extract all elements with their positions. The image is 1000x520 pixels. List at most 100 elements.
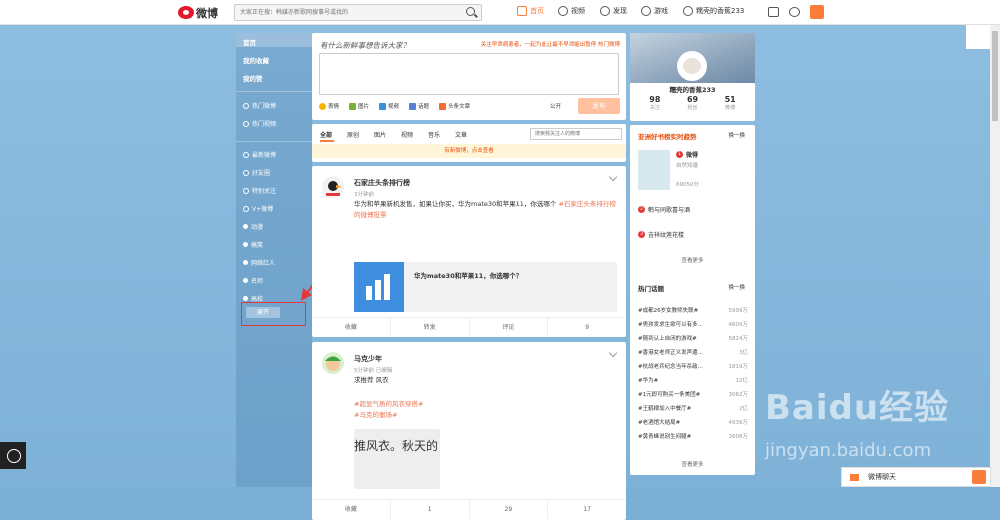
video-tool[interactable]: 视频 [379,102,399,110]
highlight-box [241,302,306,326]
hot-topic-row[interactable]: #男孩发求生欲可以有多... 4609万 [638,320,748,328]
tab-articles[interactable]: 文章 [455,130,467,139]
publish-textarea[interactable] [319,53,619,95]
nav-home[interactable]: 首页 [517,6,544,16]
refresh-link[interactable]: 换一换 [728,131,745,139]
nav-video[interactable]: 视频 [558,6,585,16]
sidebar-item-vplus[interactable]: V+微博 [243,204,273,213]
hot-topic-row[interactable]: #成都26岁女教师失联# 5999万 [638,306,748,314]
nav-game[interactable]: 游戏 [641,6,668,16]
sidebar-item-favorites[interactable]: 我的收藏 [243,55,269,65]
nav-user[interactable]: 糯壳的香蕉233 [683,6,744,16]
feed-post: 石家庄头条排行榜 3分钟前 华为和苹果新机发售，如果让你买，华为mate30和苹… [312,166,626,337]
see-more-link[interactable]: 查看更多 [630,460,755,468]
favorite-button[interactable]: 收藏 [312,500,391,519]
game-icon [641,6,651,16]
scrollbar-thumb[interactable] [992,31,998,121]
profile-name[interactable]: 糯壳的香蕉233 [630,84,755,94]
topic-tool[interactable]: 话题 [409,102,429,110]
post-author[interactable]: 石家庄头条排行榜 [354,178,410,188]
repost-button[interactable]: 1 [391,500,470,519]
left-sidebar: 首页 我的收藏 我的赞 热门微博 热门视频 最新微博 好友圈 特别关注 V+微博… [236,33,312,487]
new-posts-notice[interactable]: 有新微博，点击查看 [312,144,626,158]
tab-images[interactable]: 图片 [374,130,386,139]
divider [236,141,312,142]
like-button[interactable]: 17 [548,500,626,519]
chat-icon[interactable] [972,470,986,484]
stat-posts[interactable]: 51 微博 [711,95,749,111]
sidebar-item-funny[interactable]: 搞笑 [243,240,263,249]
visibility-select[interactable]: 公开 [550,102,561,110]
chevron-down-icon[interactable] [608,348,618,358]
link-card[interactable]: 华为mate30和苹果11，你选哪个？ [354,262,617,312]
rank-item[interactable]: 3 吉祥纹莲花楼 [638,230,684,239]
post-image[interactable]: 推风衣。秋天的 [354,429,440,489]
hot-topic-row[interactable]: #老酒馆大结局# 4939万 [638,418,748,426]
post-tag[interactable]: #马克的衡场# [354,411,397,419]
book-cover[interactable] [638,150,670,190]
like-button[interactable]: 9 [548,318,626,337]
chat-bar[interactable]: 微博聊天 [841,467,991,487]
sidebar-item-anime[interactable]: 动漫 [243,222,263,231]
stat-following[interactable]: 98 关注 [636,95,674,111]
post-time[interactable]: 5分钟前 已编辑 [354,366,392,374]
card-title: 华为mate30和苹果11，你选哪个？ [414,272,523,280]
hot-icon [243,102,249,109]
feed-search-input[interactable] [531,129,609,139]
avatar[interactable] [322,352,344,374]
trend-title[interactable]: 亚洲好书榜实时趋势 [638,131,697,141]
comment-button[interactable]: 29 [470,500,549,519]
comment-button[interactable]: 评论 [470,318,549,337]
logo-text: 微博 [196,6,218,20]
compass-icon [600,6,610,16]
article-tool[interactable]: 头条文章 [439,102,470,110]
sidebar-item-hot-video[interactable]: 热门视频 [243,119,276,128]
post-tag[interactable]: #超显气质的风衣穿搭# [354,400,423,408]
tab-all[interactable]: 全部 [320,130,332,139]
scrollbar[interactable] [990,25,1000,487]
edit-icon[interactable] [810,5,824,19]
sidebar-item-likes[interactable]: 我的赞 [243,73,263,83]
hot-topic-row[interactable]: #王鹤棣加入中餐厅# 2亿 [638,404,748,412]
tab-music[interactable]: 音乐 [428,130,440,139]
sidebar-item-latest[interactable]: 最新微博 [243,150,276,159]
avatar[interactable] [322,176,344,198]
sidebar-item-hot[interactable]: 热门微博 [243,101,276,110]
weibo-eye-icon [178,6,194,19]
sidebar-item-friends[interactable]: 好友圈 [243,168,270,177]
hot-topic-row[interactable]: #华为# 12亿 [638,376,748,384]
hot-topic-row[interactable]: #随到认上自闭的游戏# 5824万 [638,334,748,342]
see-more-link[interactable]: 查看更多 [630,256,755,264]
tab-original[interactable]: 原创 [347,130,359,139]
hot-topic-row[interactable]: #杭战老兵纪念当年杀敌... 1819万 [638,362,748,370]
sidebar-item-teacher[interactable]: 名师 [243,276,263,285]
rank-item[interactable]: 1 微得 [676,150,698,159]
hot-topic-row[interactable]: #黄青峰说别生闷腿# 3608万 [638,432,748,440]
play-icon[interactable] [0,442,26,469]
sidebar-item-special[interactable]: 特别关注 [243,186,276,195]
hot-topic-row[interactable]: #香港女老师正义发声遭... 3亿 [638,348,748,356]
post-author[interactable]: 马克少年 [354,354,382,364]
repost-button[interactable]: 转发 [391,318,470,337]
publish-hot-link[interactable]: 关注早泄病患者，一起为此让最不早泄能出暂停 热门微博 [481,40,620,48]
gear-icon[interactable] [789,7,800,17]
search-icon[interactable] [466,7,475,16]
publish-button[interactable]: 发布 [578,98,620,114]
emoji-tool[interactable]: 表情 [319,102,339,110]
profile-avatar[interactable] [677,51,707,81]
image-tool[interactable]: 图片 [349,102,369,110]
nav-discover[interactable]: 发现 [600,6,627,16]
weibo-logo[interactable]: 微博 [178,5,226,20]
post-time[interactable]: 3分钟前 [354,190,374,198]
favorite-button[interactable]: 收藏 [312,318,391,337]
refresh-link[interactable]: 换一换 [728,283,745,291]
tab-video[interactable]: 视频 [401,130,413,139]
stat-followers[interactable]: 69 粉丝 [674,95,712,111]
rank-item[interactable]: 2 鹌与同歌喜与酒 [638,205,690,214]
search-input[interactable] [235,5,455,20]
sidebar-item-celebrity[interactable]: 网络红人 [243,258,275,267]
hot-topic-row[interactable]: #1元即可购买一条美团# 3062万 [638,390,748,398]
sidebar-item-home[interactable]: 首页 [243,37,256,47]
chevron-down-icon[interactable] [608,172,618,182]
mail-icon[interactable] [768,7,779,17]
